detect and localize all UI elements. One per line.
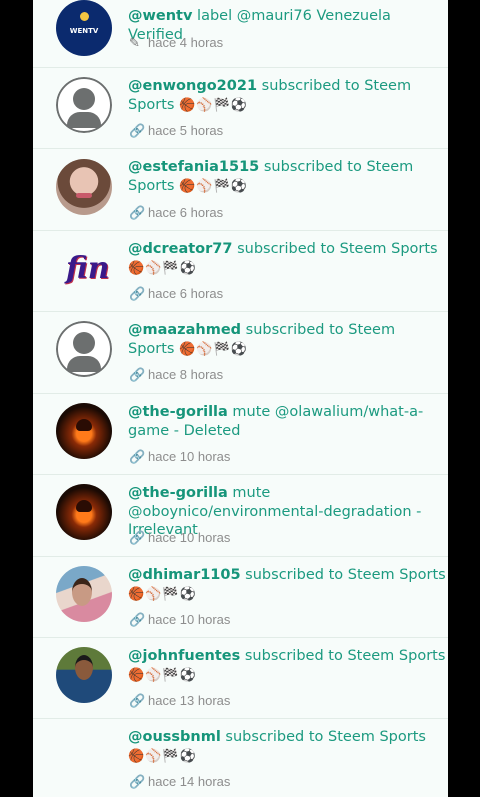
activity-text: @oussbnml subscribed to Steem Sports 🏀⚾🏁… <box>128 728 446 766</box>
list-item: @the-gorilla mute @oboynico/environmenta… <box>33 475 448 557</box>
default-avatar-icon <box>56 321 112 377</box>
avatar-face <box>75 655 93 680</box>
time-text: hace 10 horas <box>148 612 231 627</box>
time-text: hace 14 horas <box>148 774 231 789</box>
pencil-icon: ✎ <box>129 35 140 50</box>
timestamp: 🔗 hace 5 horas <box>129 123 223 139</box>
avatar-mouth <box>76 193 92 198</box>
list-item: @estefania1515 subscribed to Steem Sport… <box>33 149 448 231</box>
username-link[interactable]: @wentv <box>128 8 192 24</box>
time-text: hace 6 horas <box>148 286 224 301</box>
avatar[interactable] <box>56 484 112 540</box>
username-link[interactable]: @estefania1515 <box>128 159 259 175</box>
gorilla-face <box>76 419 92 431</box>
sports-emoji: 🏀⚾🏁⚽ <box>179 341 248 357</box>
link-icon: 🔗 <box>129 530 146 545</box>
activity-text: @dcreator77 subscribed to Steem Sports 🏀… <box>128 240 446 278</box>
time-text: hace 10 horas <box>148 530 231 545</box>
activity-text: @enwongo2021 subscribed to Steem Sports … <box>128 77 446 115</box>
time-text: hace 13 horas <box>148 693 231 708</box>
username-link[interactable]: @oussbnml <box>128 729 221 745</box>
avatar[interactable] <box>56 77 112 133</box>
activity-action: subscribed to Steem Sports <box>220 729 426 745</box>
timestamp: 🔗 hace 6 horas <box>129 286 223 302</box>
list-item: @dhimar1105 subscribed to Steem Sports 🏀… <box>33 557 448 638</box>
avatar[interactable]: fin <box>56 241 112 297</box>
list-item: fin @dcreator77 subscribed to Steem Spor… <box>33 231 448 312</box>
sports-emoji: 🏀⚾🏁⚽ <box>179 178 248 194</box>
avatar-logo-text: WENTV <box>69 27 99 35</box>
activity-text: @maazahmed subscribed to Steem Sports 🏀⚾… <box>128 321 446 359</box>
logo-dot <box>80 12 89 21</box>
list-item: @johnfuentes subscribed to Steem Sports … <box>33 638 448 719</box>
link-icon: 🔗 <box>129 449 146 464</box>
time-text: hace 5 horas <box>148 123 224 138</box>
timestamp: 🔗 hace 13 horas <box>129 693 230 709</box>
username-link[interactable]: @dhimar1105 <box>128 567 241 583</box>
activity-text: @johnfuentes subscribed to Steem Sports … <box>128 647 446 685</box>
username-link[interactable]: @johnfuentes <box>128 648 240 664</box>
username-link[interactable]: @maazahmed <box>128 322 241 338</box>
list-item: @the-gorilla mute @olawalium/what-a-game… <box>33 394 448 475</box>
activity-action: subscribed to Steem Sports <box>240 648 446 664</box>
timestamp: ✎ hace 4 horas <box>129 35 223 51</box>
username-link[interactable]: @enwongo2021 <box>128 78 257 94</box>
activity-action: subscribed to Steem Sports <box>232 241 438 257</box>
list-item: @oussbnml subscribed to Steem Sports 🏀⚾🏁… <box>33 719 448 797</box>
avatar[interactable] <box>56 403 112 459</box>
link-icon: 🔗 <box>129 693 146 708</box>
timestamp: 🔗 hace 10 horas <box>129 612 230 628</box>
avatar[interactable] <box>56 566 112 622</box>
activity-feed: WENTV @wentv label @mauri76 Venezuela Ve… <box>33 0 448 797</box>
avatar[interactable] <box>56 647 112 703</box>
sports-emoji: 🏀⚾🏁⚽ <box>128 586 197 602</box>
timestamp: 🔗 hace 6 horas <box>129 205 223 221</box>
time-text: hace 6 horas <box>148 205 224 220</box>
list-item: @maazahmed subscribed to Steem Sports 🏀⚾… <box>33 312 448 394</box>
gorilla-face <box>76 500 92 512</box>
sports-emoji: 🏀⚾🏁⚽ <box>179 97 248 113</box>
activity-text: @estefania1515 subscribed to Steem Sport… <box>128 158 446 196</box>
activity-text: @the-gorilla mute @olawalium/what-a-game… <box>128 403 446 440</box>
avatar[interactable] <box>56 159 112 215</box>
username-link[interactable]: @the-gorilla <box>128 404 228 420</box>
list-item: @enwongo2021 subscribed to Steem Sports … <box>33 68 448 149</box>
username-link[interactable]: @dcreator77 <box>128 241 232 257</box>
timestamp: 🔗 hace 10 horas <box>129 530 230 546</box>
sports-emoji: 🏀⚾🏁⚽ <box>128 748 197 764</box>
link-icon: 🔗 <box>129 205 146 220</box>
list-item: WENTV @wentv label @mauri76 Venezuela Ve… <box>33 0 448 68</box>
link-icon: 🔗 <box>129 774 146 789</box>
timestamp: 🔗 hace 8 horas <box>129 367 223 383</box>
default-avatar-icon <box>56 77 112 133</box>
time-text: hace 10 horas <box>148 449 231 464</box>
link-icon: 🔗 <box>129 612 146 627</box>
activity-text: @dhimar1105 subscribed to Steem Sports 🏀… <box>128 566 446 604</box>
link-icon: 🔗 <box>129 367 146 382</box>
link-icon: 🔗 <box>129 286 146 301</box>
avatar-face <box>72 578 92 606</box>
time-text: hace 8 horas <box>148 367 224 382</box>
time-text: hace 4 horas <box>148 35 224 50</box>
username-link[interactable]: @the-gorilla <box>128 485 228 501</box>
avatar[interactable]: WENTV <box>56 0 112 56</box>
link-icon: 🔗 <box>129 123 146 138</box>
avatar[interactable] <box>56 321 112 377</box>
sports-emoji: 🏀⚾🏁⚽ <box>128 667 197 683</box>
timestamp: 🔗 hace 14 horas <box>129 774 230 790</box>
activity-action: subscribed to Steem Sports <box>240 567 446 583</box>
sports-emoji: 🏀⚾🏁⚽ <box>128 260 197 276</box>
avatar-logo-text: fin <box>66 251 110 286</box>
timestamp: 🔗 hace 10 horas <box>129 449 230 465</box>
